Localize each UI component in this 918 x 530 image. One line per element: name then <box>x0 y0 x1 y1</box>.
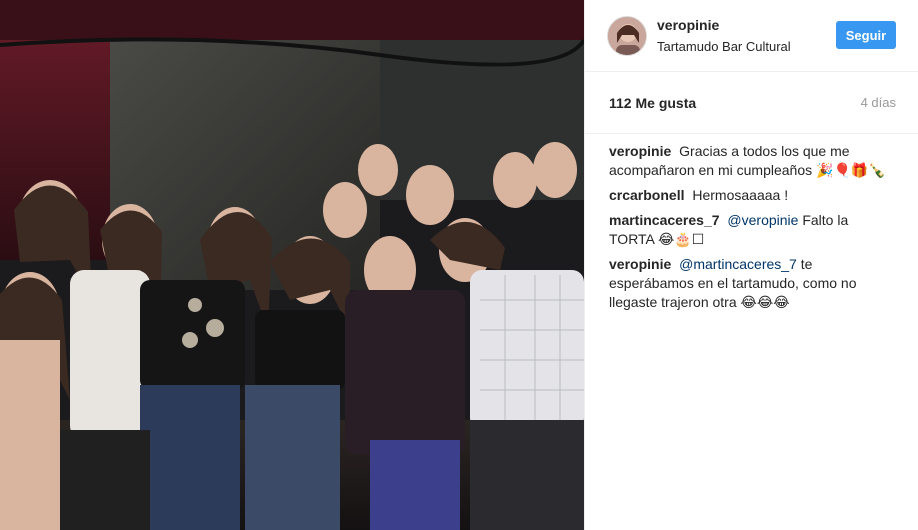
comment-mention[interactable]: @veropinie <box>727 212 798 228</box>
post-photo[interactable] <box>0 0 584 530</box>
post-header: veropinie Tartamudo Bar Cultural Seguir <box>585 0 918 72</box>
comment-mention[interactable]: @martincaceres_7 <box>679 256 797 272</box>
comment-item: veropinie @martincaceres_7 te esperábamo… <box>609 255 896 312</box>
comment-text: Hermosaaaaa ! <box>692 187 789 203</box>
group-photo-image <box>0 0 584 530</box>
location-link[interactable]: Tartamudo Bar Cultural <box>657 38 791 55</box>
likes-count[interactable]: 112 Me gusta <box>609 95 696 111</box>
post-age[interactable]: 4 días <box>861 95 896 110</box>
comment-username[interactable]: veropinie <box>609 256 671 272</box>
comment-username[interactable]: crcarbonell <box>609 187 684 203</box>
follow-button[interactable]: Seguir <box>836 21 896 49</box>
post-details-panel: veropinie Tartamudo Bar Cultural Seguir … <box>584 0 918 530</box>
comment-username[interactable]: martincaceres_7 <box>609 212 720 228</box>
comment-item: martincaceres_7 @veropinie Falto la TORT… <box>609 211 896 249</box>
comment-username[interactable]: veropinie <box>609 143 671 159</box>
avatar-image <box>608 16 646 55</box>
author-username[interactable]: veropinie <box>657 16 791 34</box>
post-stats: 112 Me gusta 4 días <box>585 72 918 134</box>
comment-item: veropinie Gracias a todos los que me aco… <box>609 142 896 180</box>
comments-list: veropinie Gracias a todos los que me aco… <box>585 134 918 312</box>
comment-item: crcarbonell Hermosaaaaa ! <box>609 186 896 205</box>
avatar[interactable] <box>607 15 647 56</box>
